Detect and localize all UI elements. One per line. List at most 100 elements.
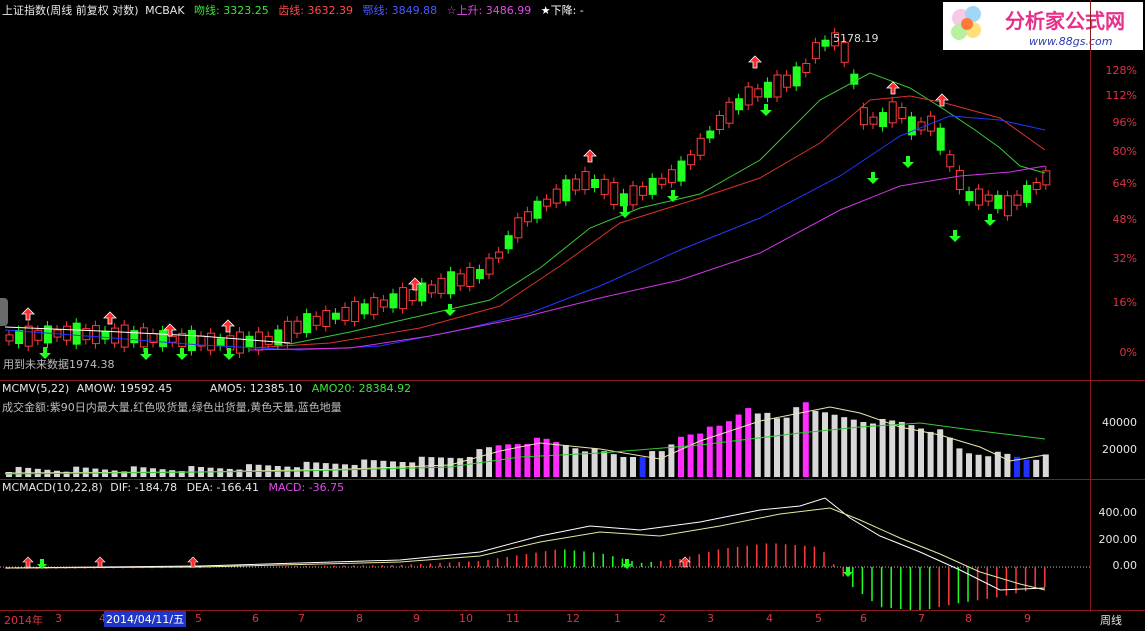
macd-chart xyxy=(0,497,1090,610)
volume-bar xyxy=(668,444,675,477)
ytick: 48% xyxy=(1112,213,1137,226)
left-scroll-handle[interactable] xyxy=(0,298,8,326)
candle xyxy=(303,313,312,334)
ytick: 16% xyxy=(1112,296,1137,309)
volume-bar xyxy=(649,451,656,477)
xtick: 7 xyxy=(298,612,305,625)
candle xyxy=(648,177,657,195)
candle xyxy=(437,277,446,294)
volume-bar xyxy=(159,469,166,477)
candle xyxy=(687,154,696,166)
up-arrow-icon xyxy=(103,311,117,325)
candle xyxy=(552,188,561,204)
down-arrow-icon xyxy=(949,230,961,242)
candle xyxy=(696,137,705,156)
volume-bar xyxy=(1023,459,1030,477)
volume-bar xyxy=(687,434,694,477)
candle xyxy=(322,310,331,328)
volume-bar xyxy=(706,426,713,477)
volume-bar xyxy=(908,425,915,477)
candle xyxy=(1003,195,1012,217)
volume-bar xyxy=(169,470,176,477)
candle xyxy=(187,330,196,352)
candle xyxy=(735,98,744,111)
xtick: 5 xyxy=(195,612,202,625)
ytick: 128% xyxy=(1105,64,1137,77)
ytick: 32% xyxy=(1112,252,1137,265)
volume-bar xyxy=(572,448,579,477)
volume-bar xyxy=(601,451,608,477)
ytick: 80% xyxy=(1112,145,1137,158)
xtick: 6 xyxy=(860,612,867,625)
candle xyxy=(792,66,801,87)
volume-bar xyxy=(342,464,348,477)
candle xyxy=(610,182,619,206)
volume-bar xyxy=(745,408,752,477)
xtick: 8 xyxy=(356,612,363,625)
candle xyxy=(15,330,24,345)
candle xyxy=(1013,194,1022,206)
volume-bar xyxy=(966,453,972,477)
candle xyxy=(216,338,225,347)
down-arrow-icon xyxy=(843,567,853,577)
ytick: 96% xyxy=(1112,116,1137,129)
volume-bar xyxy=(793,407,800,477)
candle xyxy=(859,107,868,126)
volume-bar xyxy=(812,410,819,477)
ytick: 112% xyxy=(1105,89,1137,102)
candle xyxy=(629,185,638,206)
volume-bar xyxy=(390,461,396,477)
volume-bar xyxy=(514,444,521,477)
down-arrow-icon xyxy=(176,348,188,360)
candle xyxy=(936,127,945,151)
candle xyxy=(207,332,216,351)
ytick: 40000 xyxy=(1102,416,1137,429)
ma-line-red xyxy=(249,95,1046,349)
candle xyxy=(783,74,792,88)
volume-bar xyxy=(130,466,137,477)
candle xyxy=(811,42,820,60)
candle xyxy=(744,86,753,106)
up-arrow-icon xyxy=(748,55,762,69)
candle xyxy=(581,171,590,191)
candle xyxy=(571,178,580,191)
chart-title: 上证指数(周线 前复权 对数) xyxy=(2,4,139,17)
candle xyxy=(360,303,369,315)
ytick: 20000 xyxy=(1102,443,1137,456)
volume-bar xyxy=(639,457,646,477)
candle xyxy=(975,188,984,206)
volume-bar xyxy=(610,454,617,477)
candle xyxy=(245,335,254,348)
up-arrow-icon xyxy=(221,319,235,333)
period-label[interactable]: 周线 xyxy=(1100,612,1122,628)
candle xyxy=(63,325,72,341)
volume-bar xyxy=(975,454,982,477)
candle xyxy=(1032,182,1041,191)
volume-bar xyxy=(774,418,780,477)
xtick: 10 xyxy=(459,612,473,625)
volume-bar xyxy=(898,421,905,477)
candle xyxy=(619,193,628,207)
ytick: 0.00 xyxy=(1112,559,1138,572)
volume-bar xyxy=(188,466,195,477)
volume-bar xyxy=(946,437,953,477)
peak-label: 5178.19 xyxy=(833,32,879,45)
candle xyxy=(504,235,513,250)
down-value: ★下降: - xyxy=(540,4,584,17)
volume-bar xyxy=(927,431,934,477)
volume-bar xyxy=(236,469,243,477)
up-arrow-icon xyxy=(94,556,106,568)
up-arrow-icon xyxy=(21,307,35,321)
ytick: 64% xyxy=(1112,177,1137,190)
candle xyxy=(763,81,772,98)
volume-bar xyxy=(889,420,896,477)
volume-bar xyxy=(658,451,665,477)
candle xyxy=(72,322,81,345)
candle xyxy=(351,301,360,323)
volume-bar xyxy=(802,402,809,477)
down-arrow-icon xyxy=(984,214,996,226)
down-arrow-icon xyxy=(140,348,152,360)
down-arrow-icon xyxy=(867,172,879,184)
volume-bar xyxy=(678,436,684,477)
volume-bar xyxy=(831,414,838,477)
